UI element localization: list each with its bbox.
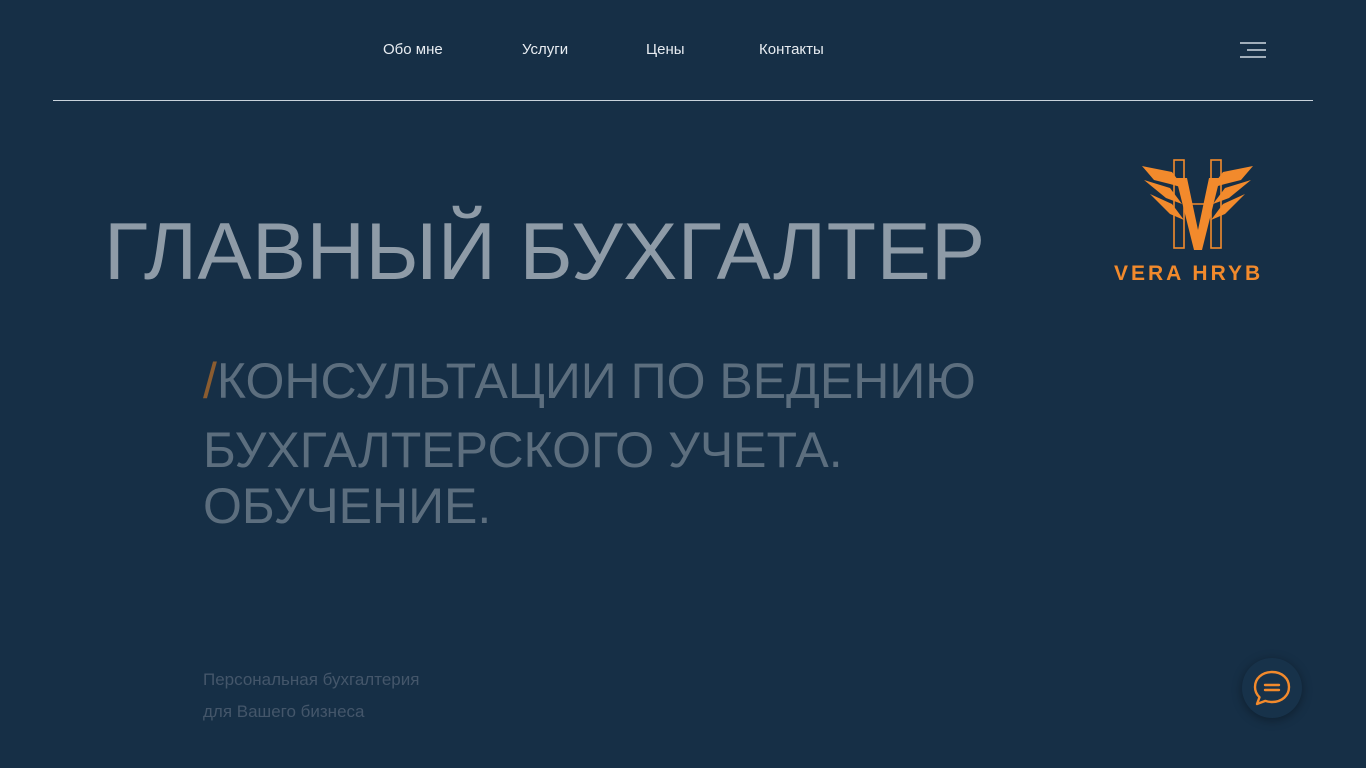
- hero-subtitle: /КОНСУЛЬТАЦИИ ПО ВЕДЕНИЮ БУХГАЛТЕРСКОГО …: [203, 350, 1083, 537]
- hero-tagline: Персональная бухгалтерия для Вашего бизн…: [203, 664, 419, 728]
- chat-bubble-icon: [1253, 670, 1291, 706]
- logo-text: VERA HRYB: [1114, 262, 1264, 285]
- tagline-line-2: для Вашего бизнеса: [203, 702, 365, 721]
- subtitle-line-1: /КОНСУЛЬТАЦИИ ПО ВЕДЕНИЮ: [203, 353, 976, 409]
- subtitle-line-2: БУХГАЛТЕРСКОГО УЧЕТА.: [203, 422, 843, 478]
- main-nav: Обо мне Услуги Цены Контакты: [0, 0, 1366, 100]
- tagline-line-1: Персональная бухгалтерия: [203, 670, 420, 689]
- nav-link-prices[interactable]: Цены: [646, 41, 685, 58]
- header-divider: [53, 100, 1313, 101]
- hamburger-menu-icon[interactable]: [1238, 40, 1268, 60]
- nav-link-about[interactable]: Обо мне: [383, 41, 443, 58]
- subtitle-line-3: ОБУЧЕНИЕ.: [203, 478, 492, 534]
- slash-accent: /: [203, 353, 217, 409]
- nav-link-contacts[interactable]: Контакты: [759, 41, 824, 58]
- hero-title: ГЛАВНЫЙ БУХГАЛТЕР: [104, 207, 986, 297]
- nav-link-services[interactable]: Услуги: [522, 41, 568, 58]
- chat-button[interactable]: [1242, 658, 1302, 718]
